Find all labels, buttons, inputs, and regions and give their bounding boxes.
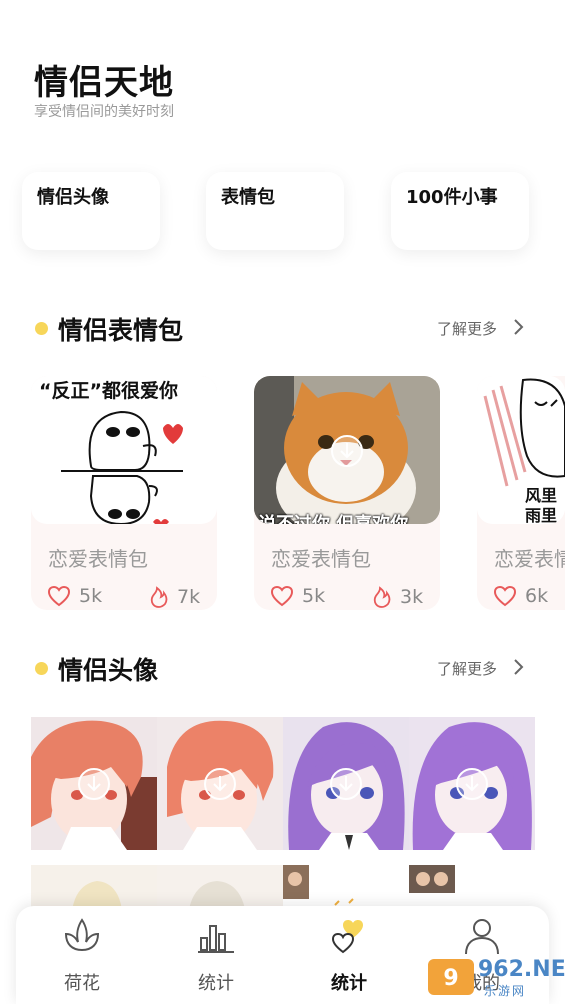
heart-outline-icon xyxy=(270,585,294,607)
section-title: 情侣表情包 xyxy=(58,316,184,345)
watermark-text: 962.NET xyxy=(478,957,565,982)
flame-icon xyxy=(373,586,391,608)
more-link[interactable]: 了解更多 xyxy=(437,658,497,679)
heart-outline-icon xyxy=(493,585,517,607)
hot-count: 3k xyxy=(372,585,423,609)
tab-lotus[interactable]: 荷花 xyxy=(22,906,142,1004)
lotus-icon xyxy=(64,918,100,952)
tab-label: 统计 xyxy=(198,973,234,994)
sticker-thumbnail: “反正”都很爱你 xyxy=(31,376,217,524)
hot-count: 7k xyxy=(149,585,200,609)
tab-heart[interactable]: 统计 xyxy=(289,906,409,1004)
section-title: 情侣头像 xyxy=(58,656,159,685)
chevron-right-icon[interactable] xyxy=(512,657,526,677)
page-subtitle: 享受情侣间的美好时刻 xyxy=(34,104,174,120)
like-count: 5k xyxy=(47,585,102,607)
like-count: 5k xyxy=(270,585,325,607)
tab-label: 荷花 xyxy=(64,973,100,994)
bar-chart-icon xyxy=(198,925,234,953)
sticker-image-text: 说不过你 但喜欢你 xyxy=(258,510,408,524)
category-label: 100件小事 xyxy=(406,187,498,208)
watermark-emblem-icon: 9 xyxy=(428,959,474,995)
tab-label: 统计 xyxy=(331,973,367,994)
watermark-subtext: 乐游网 xyxy=(484,984,527,998)
section-dot xyxy=(35,662,48,675)
sticker-image-text: 风里雨里 我的 xyxy=(525,486,558,524)
category-card-avatar[interactable]: 情侣头像 xyxy=(22,172,160,250)
flame-icon xyxy=(150,586,168,608)
sticker-name: 恋爱表情包 xyxy=(271,547,371,571)
sticker-thumbnail: 说不过你 但喜欢你 xyxy=(254,376,440,524)
category-label: 情侣头像 xyxy=(37,187,109,208)
tab-stats[interactable]: 统计 xyxy=(156,906,276,1004)
like-count-value: 5k xyxy=(302,585,326,607)
download-icon[interactable] xyxy=(203,767,237,801)
avatar-thumbnail[interactable] xyxy=(283,717,409,850)
sticker-thumbnail: 风里雨里 我的 xyxy=(477,376,565,524)
hot-count-value: 7k xyxy=(177,586,201,608)
sticker-section-header: 情侣表情包 了解更多 xyxy=(0,308,565,348)
like-count-value: 5k xyxy=(79,585,103,607)
chevron-right-icon[interactable] xyxy=(512,317,526,337)
download-icon[interactable] xyxy=(329,767,363,801)
download-icon[interactable] xyxy=(77,767,111,801)
sticker-card[interactable]: 风里雨里 我的 恋爱表情包 6k xyxy=(477,376,565,610)
avatar-thumbnail[interactable] xyxy=(409,717,535,850)
sticker-name: 恋爱表情包 xyxy=(48,547,148,571)
avatar-thumbnail[interactable] xyxy=(157,717,283,850)
category-label: 表情包 xyxy=(221,187,275,208)
category-card-100-things[interactable]: 100件小事 xyxy=(391,172,529,250)
download-icon[interactable] xyxy=(455,767,489,801)
sticker-name: 恋爱表情包 xyxy=(494,547,565,571)
avatar-thumbnail[interactable] xyxy=(31,717,157,850)
more-link[interactable]: 了解更多 xyxy=(437,318,497,339)
heart-outline-icon xyxy=(47,585,71,607)
like-count-value: 6k xyxy=(525,585,549,607)
watermark-logo: 9 962.NET 乐游网 xyxy=(426,955,565,999)
avatar-section-header: 情侣头像 了解更多 xyxy=(0,648,565,688)
sticker-drawing xyxy=(61,410,183,524)
hot-count-value: 3k xyxy=(400,586,424,608)
page-title: 情侣天地 xyxy=(34,63,174,103)
sticker-card[interactable]: 说不过你 但喜欢你 恋爱表情包 5k 3k xyxy=(254,376,440,610)
section-dot xyxy=(35,322,48,335)
download-icon[interactable] xyxy=(330,434,364,468)
heart-icon xyxy=(331,920,363,954)
svg-text:9: 9 xyxy=(443,966,458,991)
category-card-stickers[interactable]: 表情包 xyxy=(206,172,344,250)
sticker-card[interactable]: “反正”都很爱你 恋爱表情包 5k 7k xyxy=(31,376,217,610)
user-icon xyxy=(465,919,499,955)
like-count: 6k xyxy=(493,585,548,607)
